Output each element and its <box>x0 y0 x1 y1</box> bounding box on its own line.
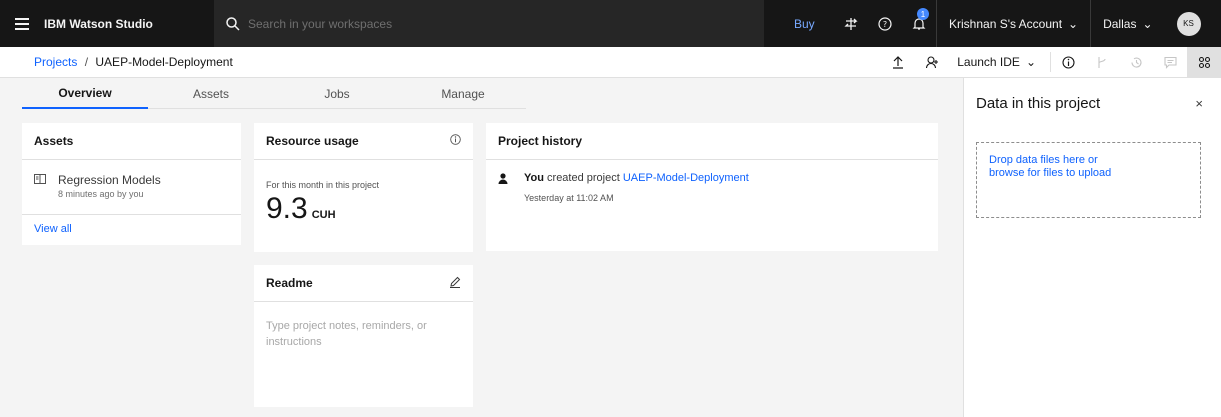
card-header: Project history <box>486 123 938 160</box>
search-icon <box>226 16 240 31</box>
history-action: created project <box>547 172 620 184</box>
card-header: Assets <box>22 123 241 160</box>
history-text: You created project UAEP-Model-Deploymen… <box>524 172 749 184</box>
region-label: Dallas <box>1103 16 1137 31</box>
file-dropzone[interactable]: Drop data files here or browse for files… <box>976 142 1201 218</box>
history-entry: You created project UAEP-Model-Deploymen… <box>486 160 938 203</box>
search-input[interactable] <box>248 16 728 31</box>
edit-icon[interactable] <box>449 276 461 291</box>
history-project-link[interactable]: UAEP-Model-Deployment <box>623 172 749 184</box>
launch-ide-label: Launch IDE <box>957 55 1020 69</box>
user-icon <box>498 172 524 203</box>
list-item[interactable]: Regression Models 8 minutes ago by you <box>22 160 241 215</box>
readme-card: Readme Type project notes, reminders, or… <box>254 265 473 407</box>
asset-name: Regression Models <box>58 173 161 187</box>
resource-unit: CUH <box>311 209 336 221</box>
chevron-down-icon: ⌄ <box>1142 16 1153 31</box>
breadcrumb-current: UAEP-Model-Deployment <box>95 55 233 69</box>
resource-card-title: Resource usage <box>266 134 359 148</box>
history-card-title: Project history <box>498 134 583 148</box>
resource-amount: 9.3 <box>266 192 308 225</box>
resource-usage-card: Resource usage For this month in this pr… <box>254 123 473 252</box>
assets-card: Assets Regression Models 8 minutes ago b… <box>22 123 241 245</box>
project-tabs: Overview Assets Jobs Manage <box>22 78 526 109</box>
readme-placeholder[interactable]: Type project notes, reminders, or instru… <box>254 302 473 366</box>
switcher-icon[interactable] <box>834 0 868 47</box>
help-icon[interactable]: ? <box>868 0 902 47</box>
resource-period: For this month in this project <box>266 180 380 190</box>
breadcrumb-separator: / <box>84 55 89 69</box>
history-time: Yesterday at 11:02 AM <box>524 193 614 203</box>
browse-files-link[interactable]: browse for files to upload <box>989 167 1188 180</box>
history-icon[interactable] <box>1119 47 1153 78</box>
region-switcher[interactable]: Dallas ⌄ <box>1091 0 1164 47</box>
tab-assets[interactable]: Assets <box>148 78 274 109</box>
data-side-panel: Data in this project × Drop data files h… <box>963 78 1221 417</box>
search-bar[interactable] <box>214 0 764 47</box>
resource-value: 9.3 CUH <box>266 192 461 226</box>
avatar[interactable]: KS <box>1176 11 1201 36</box>
info-icon[interactable] <box>1051 47 1085 78</box>
chevron-down-icon: ⌄ <box>1025 55 1036 69</box>
breadcrumb-projects-link[interactable]: Projects <box>34 55 77 69</box>
menu-icon[interactable] <box>0 0 44 47</box>
model-icon <box>34 173 58 214</box>
close-icon[interactable]: × <box>1195 96 1203 111</box>
view-all-link[interactable]: View all <box>22 215 241 243</box>
launch-ide-dropdown[interactable]: Launch IDE ⌄ <box>949 47 1050 78</box>
tab-jobs[interactable]: Jobs <box>274 78 400 109</box>
assets-card-title: Assets <box>34 134 74 148</box>
readme-card-title: Readme <box>266 276 313 290</box>
history-actor: You <box>524 172 544 184</box>
asset-meta: 8 minutes ago by you <box>58 189 144 199</box>
card-header: Resource usage <box>254 123 473 160</box>
project-toolbar: Projects / UAEP-Model-Deployment Launch … <box>0 46 1221 78</box>
account-label: Krishnan S's Account <box>949 16 1063 31</box>
upload-icon[interactable] <box>881 47 915 78</box>
tab-manage[interactable]: Manage <box>400 78 526 109</box>
info-icon[interactable] <box>450 134 461 148</box>
breadcrumb: Projects / UAEP-Model-Deployment <box>0 55 881 69</box>
add-collaborator-icon[interactable] <box>915 47 949 78</box>
data-panel-icon[interactable] <box>1187 46 1221 78</box>
account-switcher[interactable]: Krishnan S's Account ⌄ <box>937 0 1090 47</box>
notification-badge: 1 <box>917 8 929 20</box>
tab-overview[interactable]: Overview <box>22 78 148 109</box>
comment-icon[interactable] <box>1153 47 1187 78</box>
panel-title: Data in this project <box>976 95 1101 112</box>
notification-icon[interactable]: 1 <box>902 0 936 47</box>
branch-icon[interactable] <box>1085 47 1119 78</box>
project-history-card: Project history You created project UAEP… <box>486 123 938 251</box>
product-name[interactable]: IBM Watson Studio <box>44 17 214 31</box>
card-header: Readme <box>254 265 473 302</box>
chevron-down-icon: ⌄ <box>1068 16 1079 31</box>
buy-link[interactable]: Buy <box>794 17 834 31</box>
top-header: IBM Watson Studio Buy ? 1 Krishnan S's A… <box>0 0 1221 47</box>
svg-text:?: ? <box>883 20 887 29</box>
dropzone-text-line1: Drop data files here or <box>989 154 1098 166</box>
